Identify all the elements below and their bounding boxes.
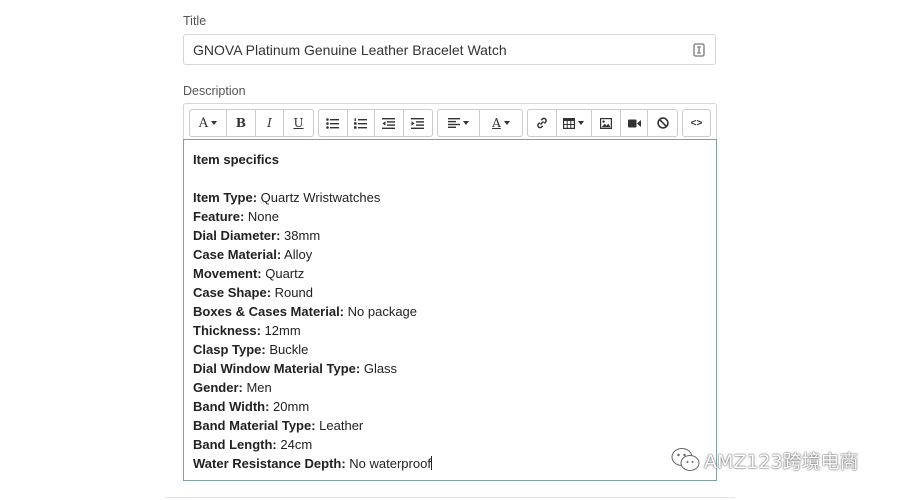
font-color-label: A <box>492 116 501 130</box>
spec-row: Dial Diameter: 38mm <box>193 226 707 245</box>
font-style-dropdown[interactable]: A <box>190 110 227 136</box>
editor-content[interactable]: Item specifics Item Type: Quartz Wristwa… <box>183 139 717 481</box>
spec-key: Movement: <box>193 266 262 281</box>
indent-icon <box>411 117 425 129</box>
caret-down-icon <box>211 121 218 125</box>
spec-key: Item Type: <box>193 190 258 205</box>
spec-row: Water Resistance Depth: No waterproof <box>193 454 707 473</box>
spec-key: Dial Diameter: <box>193 228 281 243</box>
spec-row: Boxes & Cases Material: No package <box>193 302 707 321</box>
spec-row: Band Length: 24cm <box>193 435 707 454</box>
spec-row: Clasp Type: Buckle <box>193 340 707 359</box>
spec-key: Feature: <box>193 209 245 224</box>
text-cursor <box>430 456 432 470</box>
title-field[interactable] <box>183 34 716 65</box>
spec-key: Dial Window Material Type: <box>193 361 361 376</box>
spec-value: Men <box>242 380 272 395</box>
bullet-list-button[interactable] <box>319 110 348 136</box>
spec-value: 38mm <box>280 228 321 243</box>
spec-key: Thickness: <box>193 323 261 338</box>
numbered-list-button[interactable] <box>348 110 376 136</box>
wechat-icon <box>671 448 700 471</box>
editor-toolbar: A B I U A <> <box>189 109 711 137</box>
image-button[interactable] <box>592 110 621 136</box>
spec-value: Round <box>271 285 313 300</box>
watermark-text: AMZ123跨境电商 <box>704 450 859 473</box>
section-divider <box>165 497 735 498</box>
spec-row: Movement: Quartz <box>193 264 707 283</box>
item-specifics-heading: Item specifics <box>193 152 279 167</box>
spec-row: Dial Window Material Type: Glass <box>193 359 707 378</box>
caret-down-icon <box>463 121 469 125</box>
spec-value: Glass <box>360 361 398 376</box>
spec-value: 12mm <box>260 323 301 338</box>
spec-key: Boxes & Cases Material: <box>193 304 345 319</box>
code-view-button[interactable]: <> <box>683 110 710 136</box>
indent-button[interactable] <box>404 110 432 136</box>
spec-row: Item Type: Quartz Wristwatches <box>193 188 707 207</box>
title-label: Title <box>183 14 207 28</box>
spec-value: Alloy <box>281 247 313 262</box>
italic-button[interactable]: I <box>256 110 284 136</box>
format-group: A <box>437 109 523 137</box>
paragraph-group <box>318 109 433 137</box>
watermark: AMZ123跨境电商 <box>671 445 859 475</box>
spec-list: Item Type: Quartz Wristwatches Feature: N… <box>193 188 707 473</box>
font-style-label: A <box>198 115 209 131</box>
spec-row: Band Material Type: Leather <box>193 416 707 435</box>
spec-row: Thickness: 12mm <box>193 321 707 340</box>
caret-down-icon <box>578 121 585 125</box>
font-color-dropdown[interactable]: A <box>480 110 522 136</box>
numbered-list-icon <box>354 117 368 129</box>
text-style-group: A B I U <box>189 109 314 137</box>
code-group: <> <box>682 109 711 137</box>
spec-value: 24cm <box>276 437 313 452</box>
spec-key: Band Length: <box>193 437 277 452</box>
block-icon <box>657 117 669 129</box>
underline-button[interactable]: U <box>284 110 313 136</box>
video-camera-icon <box>627 119 641 127</box>
description-editor: A B I U A <> Item specifics Item Type: Q… <box>183 103 717 481</box>
text-field-icon <box>693 43 705 57</box>
spec-value: 20mm <box>269 399 310 414</box>
spec-value: Buckle <box>265 342 309 357</box>
link-button[interactable] <box>528 110 557 136</box>
image-icon <box>599 117 612 129</box>
clear-format-button[interactable] <box>648 110 677 136</box>
spec-value: No waterproof <box>345 456 431 471</box>
table-dropdown[interactable] <box>557 110 593 136</box>
spec-value: Quartz Wristwatches <box>257 190 381 205</box>
insert-group <box>527 109 678 137</box>
spec-row: Case Shape: Round <box>193 283 707 302</box>
spec-row: Feature: None <box>193 207 707 226</box>
outdent-icon <box>382 117 396 129</box>
spec-key: Water Resistance Depth: <box>193 456 346 471</box>
spec-value: No package <box>344 304 418 319</box>
description-label: Description <box>183 84 246 98</box>
spec-value: None <box>244 209 279 224</box>
spec-key: Case Material: <box>193 247 282 262</box>
spec-row: Case Material: Alloy <box>193 245 707 264</box>
video-button[interactable] <box>621 110 649 136</box>
spec-row: Gender: Men <box>193 378 707 397</box>
spec-value: Leather <box>315 418 364 433</box>
table-icon <box>563 117 576 129</box>
bold-button[interactable]: B <box>227 110 256 136</box>
align-left-icon <box>448 118 460 128</box>
spec-key: Band Material Type: <box>193 418 316 433</box>
caret-down-icon <box>503 121 510 125</box>
bullet-list-icon <box>326 117 340 129</box>
spec-value: Quartz <box>261 266 305 281</box>
title-input[interactable] <box>193 35 673 64</box>
spec-key: Case Shape: <box>193 285 272 300</box>
spec-row: Band Width: 20mm <box>193 397 707 416</box>
spec-key: Gender: <box>193 380 243 395</box>
link-icon <box>536 117 547 129</box>
align-dropdown[interactable] <box>438 110 480 136</box>
spec-key: Band Width: <box>193 399 270 414</box>
outdent-button[interactable] <box>375 110 404 136</box>
spec-key: Clasp Type: <box>193 342 266 357</box>
